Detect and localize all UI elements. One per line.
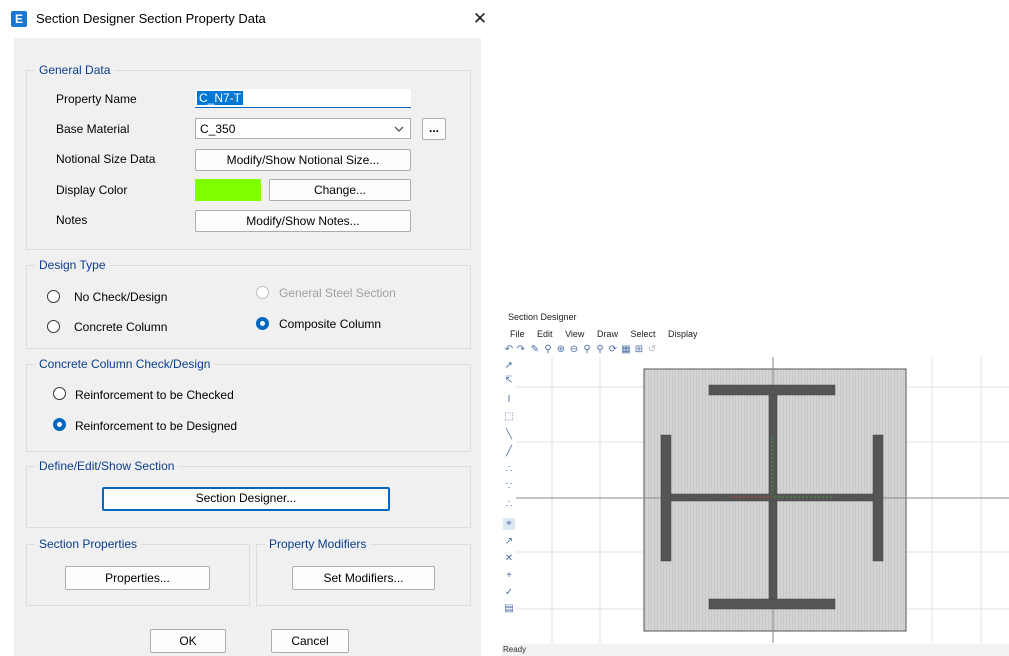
concrete-check-group: Concrete Column Check/Design — [26, 357, 471, 452]
reinforcement-designed-label: Reinforcement to be Designed — [75, 419, 238, 433]
set-modifiers-button[interactable]: Set Modifiers... — [292, 566, 435, 590]
draw-rebar-icon[interactable]: ∴ — [503, 464, 515, 476]
cancel-button[interactable]: Cancel — [271, 629, 349, 653]
section-designer-button[interactable]: Section Designer... — [102, 487, 390, 511]
base-material-select[interactable]: C_350 — [195, 118, 411, 139]
zoom-previous-icon[interactable]: ⚲ — [581, 344, 593, 356]
base-material-value: C_350 — [200, 122, 236, 136]
close-button[interactable]: ✕ — [470, 8, 490, 30]
draw-caliper-icon[interactable]: ↗ — [503, 536, 515, 548]
section-designer-toolbar: ↶ ↷ ✎ ⚲ ⊕ ⊖ ⚲ ⚲ ⟳ ▦ ⊞ ↺ — [502, 343, 702, 357]
reinforcement-checked-label: Reinforcement to be Checked — [75, 388, 234, 402]
dialog-body: General Data Property Name C_N7-T Base M… — [14, 38, 481, 656]
zoom-in-icon[interactable]: ⊕ — [555, 344, 567, 356]
reinforcement-checked-radio[interactable] — [53, 387, 66, 400]
dialog-title: Section Designer Section Property Data — [36, 11, 266, 26]
reshape-icon[interactable]: ↸ — [503, 375, 515, 387]
menu-file[interactable]: File — [510, 329, 525, 339]
change-color-button[interactable]: Change... — [269, 179, 411, 201]
chevron-down-icon — [394, 126, 404, 132]
property-name-value: C_N7-T — [197, 91, 244, 105]
dialog-titlebar: E Section Designer Section Property Data… — [0, 0, 494, 38]
check-icon[interactable]: ✓ — [503, 587, 515, 599]
general-steel-label: General Steel Section — [279, 286, 396, 300]
display-color-label: Display Color — [56, 183, 128, 197]
menu-view[interactable]: View — [565, 329, 584, 339]
pencil-icon[interactable]: ✎ — [529, 344, 541, 356]
draw-line-icon[interactable]: ╲ — [503, 429, 515, 441]
group-title-section-properties: Section Properties — [35, 537, 142, 551]
rotate-icon[interactable]: ↺ — [646, 344, 658, 356]
group-title-concrete-check: Concrete Column Check/Design — [35, 357, 215, 371]
notes-label: Notes — [56, 213, 88, 227]
concrete-column-radio[interactable] — [47, 320, 60, 333]
section-designer-statusbar: Ready — [502, 644, 1009, 656]
refresh-view-icon[interactable]: ⟳ — [607, 344, 619, 356]
reinforcement-designed-radio[interactable] — [53, 418, 66, 431]
undo-icon[interactable]: ↶ — [503, 344, 515, 356]
composite-column-label: Composite Column — [279, 317, 382, 331]
draw-i-shape-icon[interactable]: I — [503, 394, 515, 406]
section-designer-window: Section Designer File Edit View Draw Sel… — [502, 310, 1009, 656]
draw-rebar-line-icon[interactable]: ∵ — [503, 481, 515, 493]
group-title-property-modifiers: Property Modifiers — [265, 537, 371, 551]
base-material-label: Base Material — [56, 122, 130, 136]
property-name-field[interactable]: C_N7-T — [195, 89, 411, 108]
material-more-button[interactable]: ... — [422, 118, 446, 140]
menu-select[interactable]: Select — [630, 329, 655, 339]
reference-point-icon[interactable]: ⌖ — [503, 518, 515, 530]
status-text: Ready — [503, 645, 527, 654]
zoom-window-icon[interactable]: ⚲ — [542, 344, 554, 356]
no-check-label: No Check/Design — [74, 290, 168, 304]
pointer-icon[interactable]: ➚ — [503, 360, 515, 372]
notes-button[interactable]: Modify/Show Notes... — [195, 210, 411, 232]
menu-display[interactable]: Display — [668, 329, 698, 339]
properties-button[interactable]: Properties... — [65, 566, 210, 590]
notional-size-label: Notional Size Data — [56, 152, 156, 166]
draw-polyline-icon[interactable]: ╱ — [503, 446, 515, 458]
section-designer-menubar: File Edit View Draw Select Display — [510, 329, 708, 339]
design-type-group: Design Type — [26, 258, 471, 349]
display-color-swatch — [195, 179, 261, 201]
draw-solid-icon[interactable]: ⬚ — [503, 411, 515, 423]
menu-draw[interactable]: Draw — [597, 329, 618, 339]
section-designer-side-toolbar: ➚ ↸ I ⬚ ╲ ╱ ∴ ∵ ∴ ⌖ ↗ ✕ + ✓ ▤ — [502, 360, 516, 650]
notional-size-button[interactable]: Modify/Show Notional Size... — [195, 149, 411, 171]
cross-icon[interactable]: ✕ — [503, 553, 515, 565]
general-steel-radio[interactable] — [256, 286, 269, 299]
section-drawing — [516, 357, 1009, 643]
section-designer-title: Section Designer — [508, 312, 577, 322]
composite-column-radio[interactable] — [256, 317, 269, 330]
draw-rebar-edge-icon[interactable]: ∴ — [503, 499, 515, 511]
ok-button[interactable]: OK — [150, 629, 226, 653]
etabs-app-icon: E — [11, 11, 27, 27]
group-title-design-type: Design Type — [35, 258, 110, 272]
group-title-general-data: General Data — [35, 63, 115, 77]
group-title-define-section: Define/Edit/Show Section — [35, 459, 179, 473]
zoom-out-icon[interactable]: ⊖ — [568, 344, 580, 356]
menu-edit[interactable]: Edit — [537, 329, 553, 339]
snap-icon[interactable]: ⊞ — [633, 344, 645, 356]
concrete-column-label: Concrete Column — [74, 320, 168, 334]
section-designer-canvas[interactable] — [516, 357, 1009, 643]
display-icon[interactable]: ▦ — [620, 344, 632, 356]
section-property-dialog: E Section Designer Section Property Data… — [0, 0, 494, 656]
grid-icon[interactable]: ▤ — [503, 603, 515, 615]
plus-icon[interactable]: + — [503, 570, 515, 582]
property-name-label: Property Name — [56, 92, 137, 106]
zoom-extent-icon[interactable]: ⚲ — [594, 344, 606, 356]
redo-icon[interactable]: ↷ — [515, 344, 527, 356]
no-check-radio[interactable] — [47, 290, 60, 303]
